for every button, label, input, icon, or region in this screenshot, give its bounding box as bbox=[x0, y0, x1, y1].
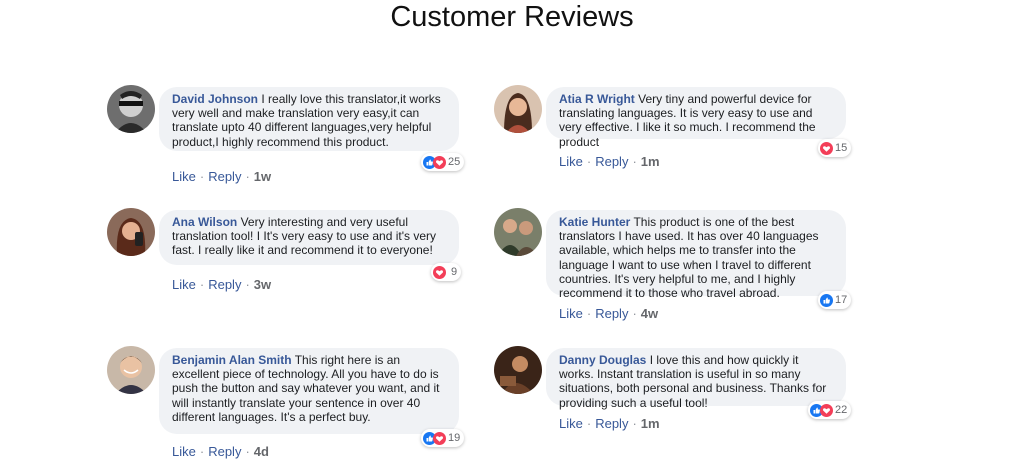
reaction-count: 19 bbox=[448, 432, 461, 444]
like-link[interactable]: Like bbox=[559, 416, 583, 431]
comment-author[interactable]: David Johnson bbox=[172, 92, 258, 106]
page-title: Customer Reviews bbox=[390, 1, 634, 33]
comment-bubble: Atia R Wright Very tiny and powerful dev… bbox=[546, 87, 846, 149]
like-link[interactable]: Like bbox=[172, 277, 196, 292]
comment-time[interactable]: 1w bbox=[254, 169, 271, 184]
reaction-summary[interactable]: 25 bbox=[421, 153, 465, 171]
like-reaction-icon bbox=[820, 293, 833, 307]
reply-link[interactable]: Reply bbox=[208, 277, 241, 292]
reaction-summary[interactable]: 19 bbox=[421, 429, 465, 447]
comment-time[interactable]: 4d bbox=[254, 444, 269, 459]
comment-actions: Like · Reply · 1w bbox=[172, 169, 272, 184]
comment-bubble: Benjamin Alan Smith This right here is a… bbox=[159, 348, 459, 434]
comment-bubble: Ana Wilson Very interesting and very use… bbox=[159, 210, 459, 265]
like-link[interactable]: Like bbox=[172, 444, 196, 459]
love-reaction-icon bbox=[433, 155, 446, 169]
comment-actions: Like · Reply · 1m bbox=[559, 416, 660, 431]
reaction-summary[interactable]: 17 bbox=[818, 291, 852, 309]
comment-actions: Like · Reply · 4d bbox=[172, 444, 269, 459]
reaction-count: 22 bbox=[835, 404, 848, 416]
avatar[interactable] bbox=[494, 85, 542, 133]
reply-link[interactable]: Reply bbox=[208, 444, 241, 459]
comment-author[interactable]: Katie Hunter bbox=[559, 215, 630, 229]
reply-link[interactable]: Reply bbox=[208, 169, 241, 184]
reaction-count: 9 bbox=[451, 266, 458, 278]
comment-author[interactable]: Danny Douglas bbox=[559, 353, 646, 367]
comment-time[interactable]: 3w bbox=[254, 277, 271, 292]
avatar[interactable] bbox=[494, 208, 542, 256]
review-comment: Danny Douglas I love this and how quickl… bbox=[494, 346, 894, 446]
comment-actions: Like · Reply · 4w bbox=[559, 306, 659, 321]
reply-link[interactable]: Reply bbox=[595, 306, 628, 321]
love-reaction-icon bbox=[820, 141, 833, 155]
reaction-summary[interactable]: 22 bbox=[808, 401, 852, 419]
comment-bubble: David Johnson I really love this transla… bbox=[159, 87, 459, 151]
reply-link[interactable]: Reply bbox=[595, 416, 628, 431]
love-reaction-icon bbox=[820, 403, 833, 417]
comment-author[interactable]: Ana Wilson bbox=[172, 215, 237, 229]
like-link[interactable]: Like bbox=[559, 154, 583, 169]
reaction-count: 17 bbox=[835, 294, 848, 306]
comment-author[interactable]: Atia R Wright bbox=[559, 92, 635, 106]
comment-actions: Like · Reply · 3w bbox=[172, 277, 272, 292]
reply-link[interactable]: Reply bbox=[595, 154, 628, 169]
reaction-count: 25 bbox=[448, 156, 461, 168]
comment-bubble: Danny Douglas I love this and how quickl… bbox=[546, 348, 846, 410]
review-comment: Katie Hunter This product is one of the … bbox=[494, 208, 894, 328]
comment-bubble: Katie Hunter This product is one of the … bbox=[546, 210, 846, 300]
review-comment: Atia R Wright Very tiny and powerful dev… bbox=[494, 85, 894, 175]
comment-time[interactable]: 1m bbox=[641, 416, 660, 431]
avatar[interactable] bbox=[107, 346, 155, 394]
like-link[interactable]: Like bbox=[559, 306, 583, 321]
reaction-summary[interactable]: 15 bbox=[818, 139, 852, 157]
comment-author[interactable]: Benjamin Alan Smith bbox=[172, 353, 292, 367]
review-comment: Ana Wilson Very interesting and very use… bbox=[107, 208, 507, 298]
love-reaction-icon bbox=[433, 265, 446, 279]
reaction-summary[interactable]: 9 bbox=[431, 263, 462, 281]
review-comment: David Johnson I really love this transla… bbox=[107, 85, 507, 185]
love-reaction-icon bbox=[433, 431, 446, 445]
avatar[interactable] bbox=[107, 208, 155, 256]
comment-time[interactable]: 1m bbox=[641, 154, 660, 169]
review-comment: Benjamin Alan Smith This right here is a… bbox=[107, 346, 507, 464]
avatar[interactable] bbox=[494, 346, 542, 394]
comment-time[interactable]: 4w bbox=[641, 306, 658, 321]
reaction-count: 15 bbox=[835, 142, 848, 154]
comment-actions: Like · Reply · 1m bbox=[559, 154, 660, 169]
like-link[interactable]: Like bbox=[172, 169, 196, 184]
avatar[interactable] bbox=[107, 85, 155, 133]
